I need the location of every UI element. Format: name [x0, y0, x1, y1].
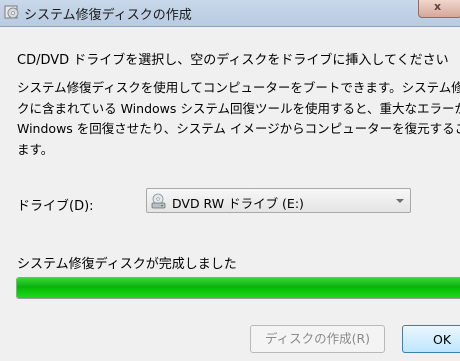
drive-selected-value: DVD RW ドライブ (E:) — [172, 196, 304, 211]
close-icon: x — [434, 0, 442, 13]
drive-dropdown[interactable]: DVD RW ドライブ (E:) — [146, 188, 411, 213]
progress-bar — [16, 277, 460, 299]
description-line: Windows を回復させたり、システム イメージからコンピューターを復元するこ… — [17, 121, 460, 136]
main-instruction: CD/DVD ドライブを選択し、空のディスクをドライブに挿入してください — [17, 53, 449, 68]
description-text: システム修復ディスクを使用してコンピューターをブートできます。システム修復 クに… — [17, 78, 460, 160]
status-message: システム修復ディスクが完成しました — [17, 257, 237, 272]
create-disc-button[interactable]: ディスクの作成(R) — [250, 325, 385, 353]
window-title: システム修復ディスクの作成 — [24, 8, 192, 23]
close-button[interactable]: x — [418, 0, 460, 18]
disc-app-icon — [4, 5, 19, 19]
description-line: クに含まれている Windows システム回復ツールを使用すると、重大なエラーか… — [17, 100, 460, 116]
title-bar: システム修復ディスクの作成 x — [0, 0, 460, 27]
chevron-down-icon — [396, 199, 404, 203]
progress-fill — [17, 278, 460, 298]
drive-label: ドライブ(D): — [17, 199, 94, 214]
ok-button[interactable]: OK — [402, 325, 460, 353]
optical-drive-icon — [151, 193, 166, 209]
description-line: ます。 — [17, 141, 54, 157]
description-line: システム修復ディスクを使用してコンピューターをブートできます。システム修復 — [17, 80, 460, 95]
dialog-body: CD/DVD ドライブを選択し、空のディスクをドライブに挿入してください システ… — [0, 27, 460, 361]
